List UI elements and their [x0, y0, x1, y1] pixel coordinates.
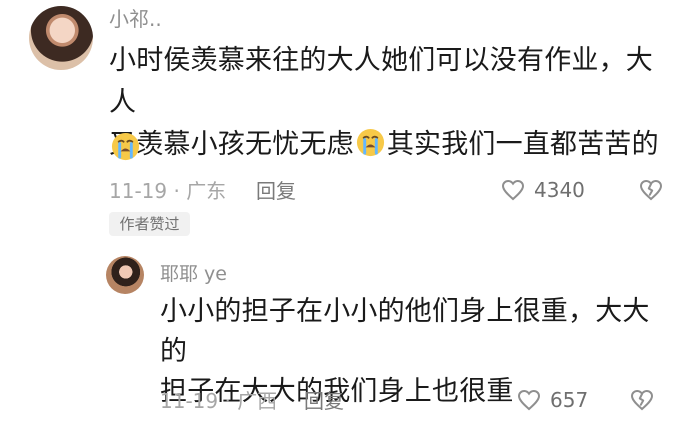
- like-count: 657: [550, 388, 589, 412]
- heart-icon: [517, 389, 541, 411]
- reply-username[interactable]: 耶耶 ye: [160, 265, 227, 284]
- reply-date-location: 11-19 · 广西: [160, 389, 278, 413]
- like-count: 4340: [534, 178, 585, 202]
- comment-username[interactable]: 小祁..: [109, 9, 162, 29]
- comment-line-1: 小时侯羡慕来往的大人她们可以没有作业，大人: [109, 45, 653, 118]
- comment-text: 小时侯羡慕来往的大人她们可以没有作业，大人 又羡慕小孩无忧无虑 其实我们一直都苦…: [109, 40, 669, 166]
- author-liked-badge: 作者赞过: [109, 212, 190, 236]
- reply-button[interactable]: 回复: [256, 181, 296, 201]
- avatar[interactable]: [106, 256, 144, 294]
- comment-line-2-start: 又羡慕小孩无忧无虑: [109, 129, 354, 160]
- avatar[interactable]: [29, 6, 93, 70]
- crying-face-icon: [111, 132, 140, 161]
- heart-icon: [501, 179, 525, 201]
- crying-face-icon: [356, 128, 384, 157]
- comment-date-location: 11-19 · 广东: [109, 179, 227, 203]
- reply-line-1: 小小的担子在小小的他们身上很重，大大的: [160, 296, 650, 367]
- reply-button[interactable]: 回复: [304, 391, 344, 411]
- broken-heart-icon[interactable]: [628, 388, 656, 412]
- comment-line-2-end: 其实我们一直都苦苦的: [386, 129, 659, 160]
- broken-heart-icon[interactable]: [637, 178, 665, 202]
